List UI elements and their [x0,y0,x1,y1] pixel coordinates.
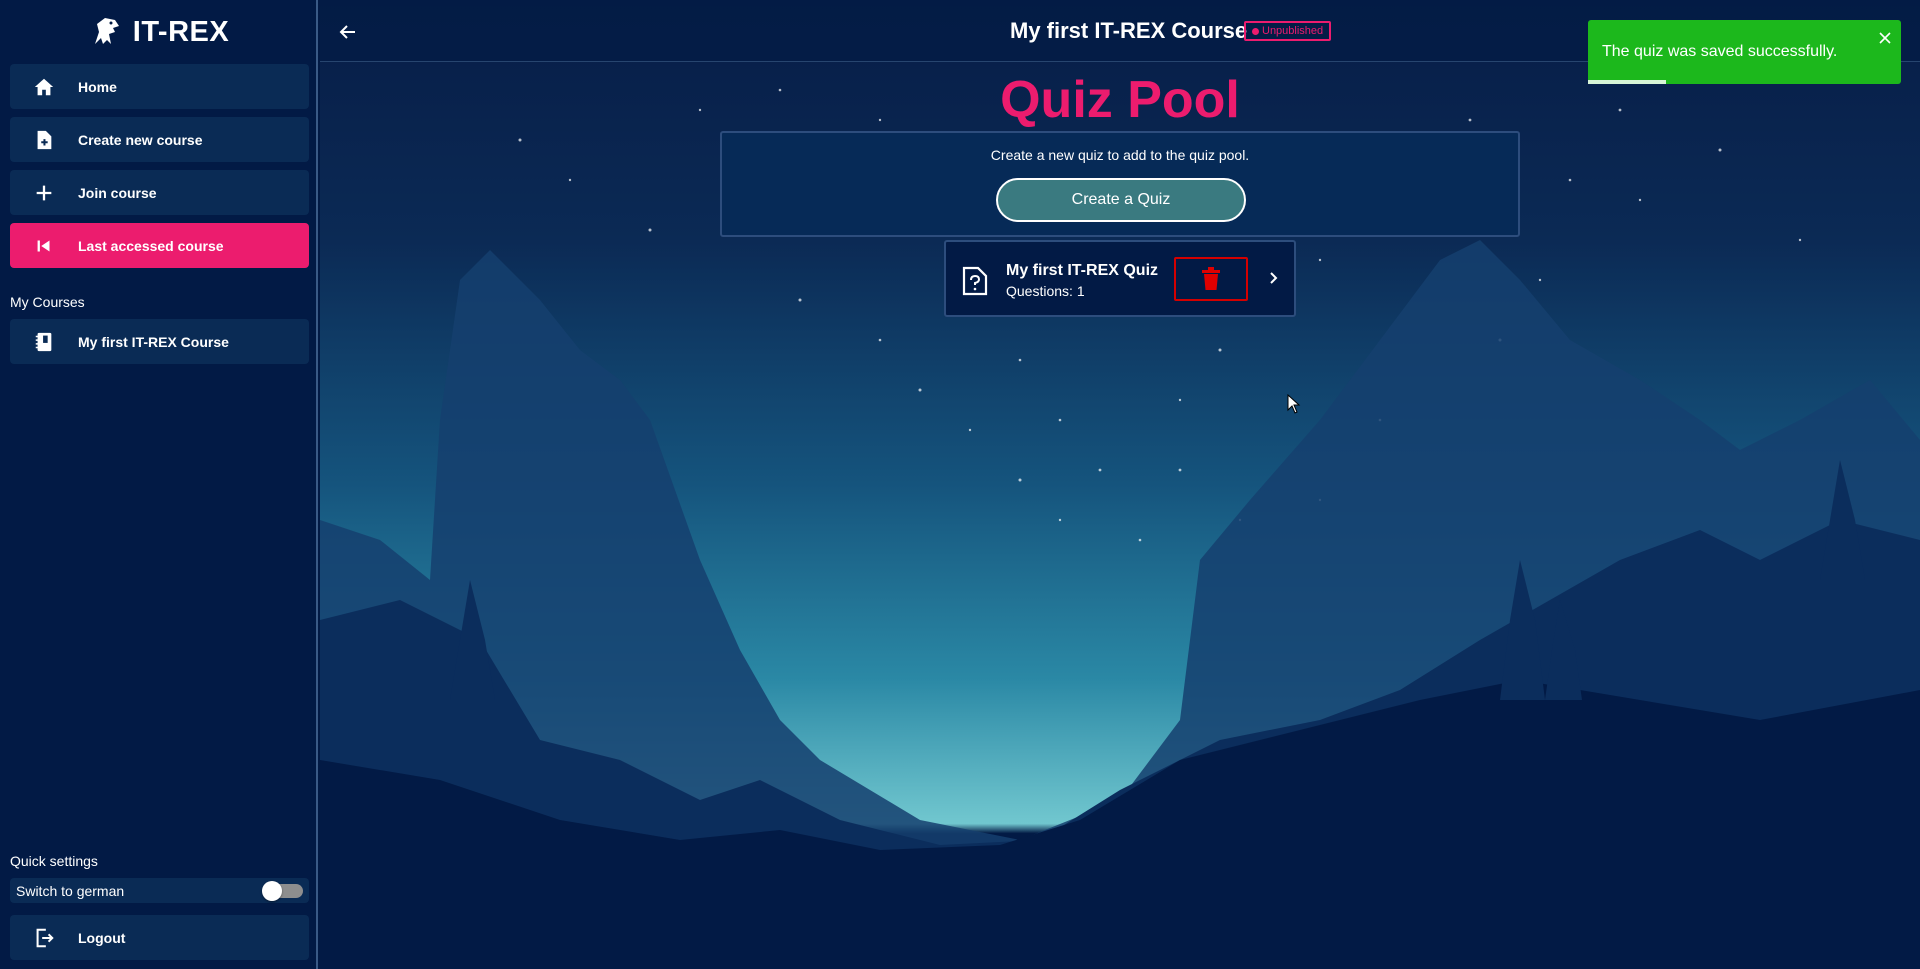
create-quiz-panel: Create a new quiz to add to the quiz poo… [720,131,1520,237]
notebook-icon [10,331,78,353]
status-badge-label: Unpublished [1262,25,1324,37]
chevron-right-icon[interactable] [1268,268,1280,288]
main-content: My first IT-REX Course Unpublished Quiz … [320,0,1920,969]
file-plus-icon [10,129,78,151]
create-quiz-prompt: Create a new quiz to add to the quiz poo… [990,147,1250,163]
mouse-cursor-icon [1287,394,1301,414]
toast-message: The quiz was saved successfully. [1602,43,1838,60]
trash-icon [1202,267,1220,290]
close-icon[interactable] [1877,30,1893,46]
app-logo[interactable]: IT-REX [0,8,318,56]
nav-join-course-label: Join course [78,184,157,201]
dino-logo-icon [94,18,119,44]
logout-label: Logout [78,929,126,946]
nav-last-accessed-course[interactable]: Last accessed course [10,223,309,268]
quiz-title: My first IT-REX Quiz [1006,262,1159,279]
nav-home-label: Home [78,78,117,95]
sidebar: IT-REX Home Create new course Join cours… [0,0,318,969]
quick-settings-heading: Quick settings [10,853,98,869]
status-dot-icon [1252,27,1259,35]
back-button[interactable] [334,18,362,46]
nav-last-accessed-label: Last accessed course [78,237,224,254]
home-icon [10,76,78,98]
logout-button[interactable]: Logout [10,915,309,960]
file-question-icon [962,266,988,296]
quiz-question-count: Questions: 1 [1006,283,1085,299]
nav-home[interactable]: Home [10,64,309,109]
course-title: My first IT-REX Course [1010,18,1248,43]
my-courses-heading: My Courses [10,294,85,310]
plus-icon [10,182,78,204]
logout-icon [10,927,78,949]
nav-join-course[interactable]: Join course [10,170,309,215]
delete-quiz-button[interactable] [1174,257,1248,301]
create-quiz-button[interactable]: Create a Quiz [996,178,1246,222]
toast-progress-bar [1588,80,1667,84]
language-toggle-switch[interactable] [262,880,303,901]
skip-back-icon [10,235,78,257]
course-item[interactable]: My first IT-REX Course [10,319,309,364]
course-item-label: My first IT-REX Course [78,333,229,350]
language-toggle-row: Switch to german [10,878,309,903]
nav-create-course[interactable]: Create new course [10,117,309,162]
nav-create-course-label: Create new course [78,131,203,148]
quiz-card[interactable]: My first IT-REX Quiz Questions: 1 [944,240,1296,317]
language-toggle-label: Switch to german [16,882,125,899]
status-badge: Unpublished [1244,21,1332,41]
success-toast: The quiz was saved successfully. [1588,20,1901,84]
app-name: IT-REX [132,15,230,48]
arrow-left-icon [339,25,355,39]
